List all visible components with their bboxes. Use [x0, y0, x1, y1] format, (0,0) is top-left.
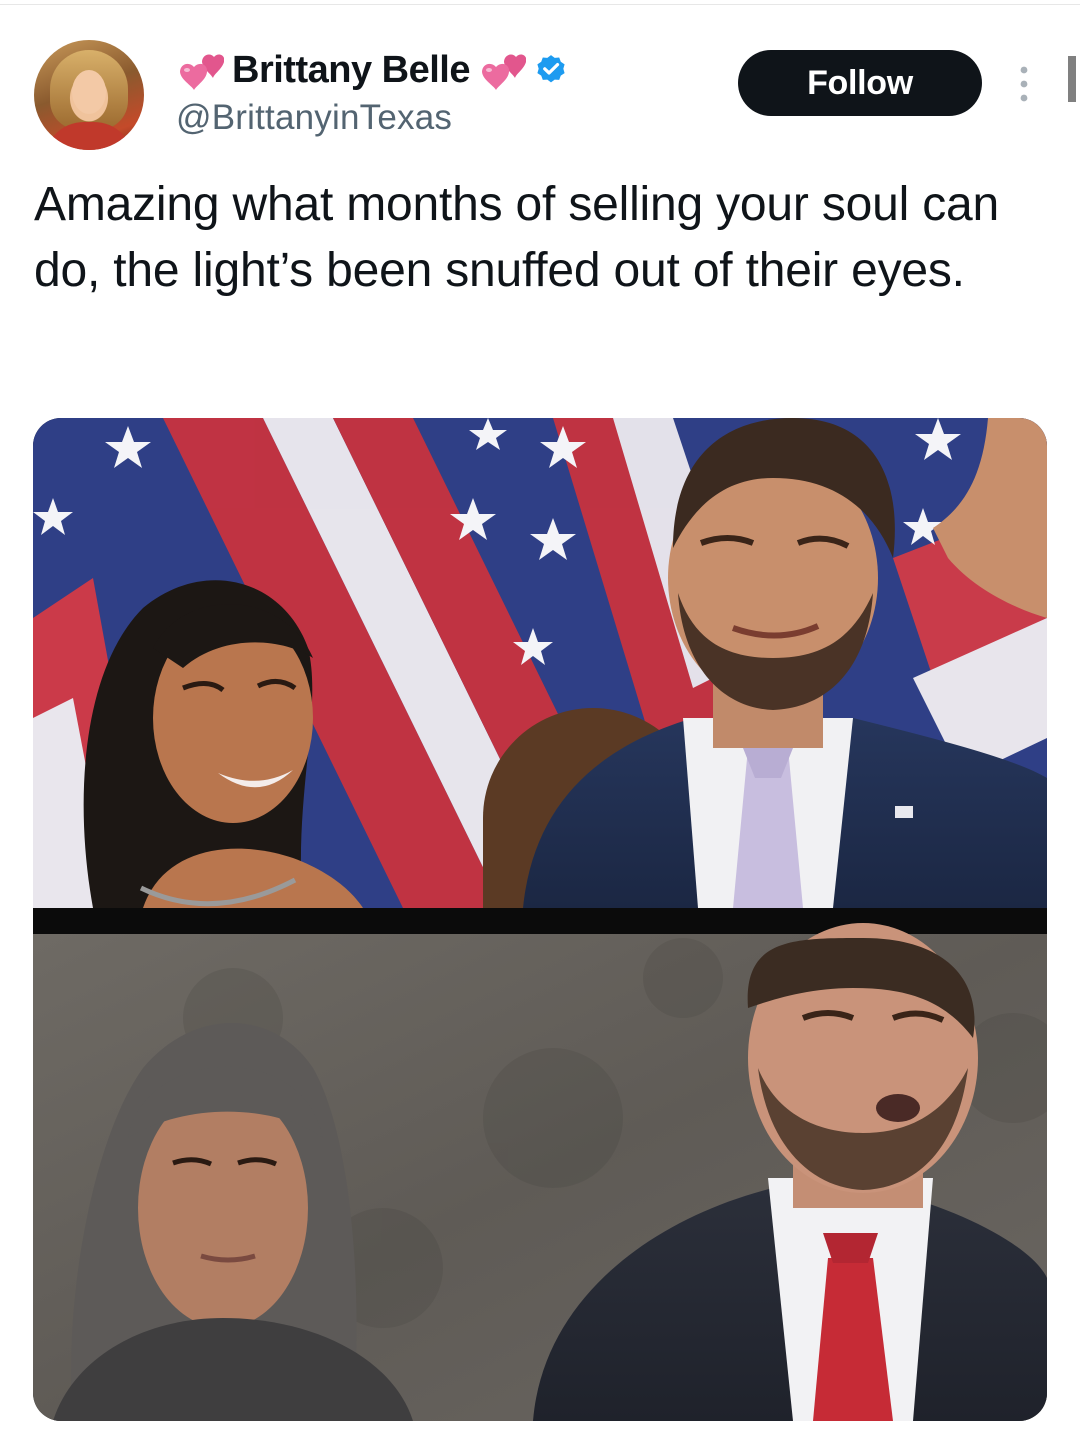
author-handle[interactable]: @BrittanyinTexas	[176, 98, 452, 138]
two-hearts-icon	[180, 54, 224, 90]
verified-badge-icon[interactable]	[534, 53, 568, 87]
top-divider	[0, 4, 1080, 5]
more-options-icon[interactable]	[1014, 62, 1034, 106]
two-hearts-icon	[481, 54, 526, 90]
scroll-edge-indicator	[1068, 56, 1076, 102]
follow-button[interactable]: Follow	[738, 50, 982, 116]
post-media[interactable]	[33, 418, 1047, 1421]
author-name-row[interactable]: Brittany Belle	[176, 46, 568, 94]
bottom-photo-panel	[33, 923, 1047, 1421]
media-collage-image	[33, 418, 1047, 1421]
author-display-name[interactable]: Brittany Belle	[232, 49, 470, 92]
top-photo-panel	[33, 418, 1047, 928]
post-text: Amazing what months of selling your soul…	[34, 178, 1000, 297]
author-avatar[interactable]	[34, 40, 144, 150]
